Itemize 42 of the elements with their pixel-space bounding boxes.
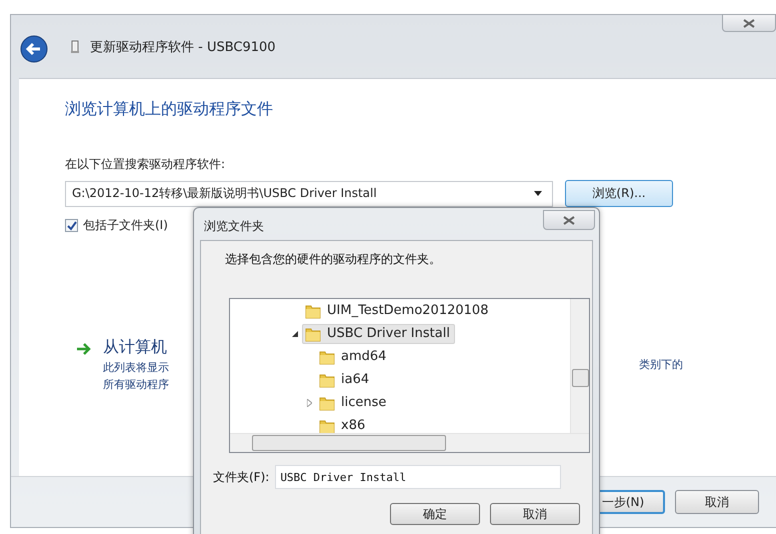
folder-item[interactable]: amd64 [316,346,392,366]
option-link[interactable]: 从计算机 [103,337,169,358]
checkbox-label[interactable]: 包括子文件夹(I) [83,217,168,234]
close-button[interactable] [543,210,595,230]
page-heading: 浏览计算机上的驱动程序文件 [65,99,274,120]
dialog-button[interactable]: 取消 [490,503,580,525]
close-icon[interactable] [743,18,755,28]
path-combobox[interactable]: G:\2012-10-12转移\最新版说明书\USBC Driver Install [65,180,553,206]
folder-item[interactable]: x86 [316,416,370,433]
folder-icon [319,372,335,388]
option-description: 此列表将显示 [103,360,169,375]
option-description: 所有驱动程序 [103,377,169,392]
search-label: 在以下位置搜索驱动程序软件: [65,156,226,173]
dialog-instruction: 选择包含您的硬件的驱动程序的文件夹。 [225,251,442,268]
folder-item[interactable]: ia64 [316,370,374,390]
collapsed-arrow-icon[interactable] [306,398,312,406]
expanded-arrow-icon[interactable] [292,330,298,336]
folder-input-field[interactable]: USBC Driver Install [275,465,562,489]
device-icon [70,40,80,54]
arrow-icon [76,343,92,355]
folder-item[interactable]: license [316,392,392,412]
close-icon[interactable] [563,216,575,224]
folder-item[interactable]: USBC Driver Install [302,324,455,344]
folder-item[interactable]: UIM_TestDemo20120108 [302,300,494,320]
option-description: 类别下的 [639,357,683,372]
dropdown-caret-icon[interactable] [534,191,542,196]
folder-icon [319,418,335,433]
folder-icon [319,394,335,410]
footer-button[interactable]: 取消 [675,490,759,514]
vertical-scrollbar[interactable] [570,299,589,433]
horizontal-scrollbar[interactable] [230,433,589,452]
close-button[interactable] [722,14,776,32]
window-title: 更新驱动程序软件 - USBC9100 [90,38,276,56]
folder-icon [305,326,321,342]
folder-icon [319,348,335,364]
dialog-button[interactable]: 确定 [390,503,480,525]
folder-icon [305,302,321,318]
checkbox[interactable] [65,219,78,232]
dialog-title: 浏览文件夹 [204,218,264,235]
folder-label: 文件夹(F): [213,468,270,486]
browse-button[interactable]: 浏览(R)... [565,180,673,207]
folder-tree[interactable]: UIM_TestDemo20120108 USBC Driver Install amd64 ia64 license x86 [229,298,590,453]
